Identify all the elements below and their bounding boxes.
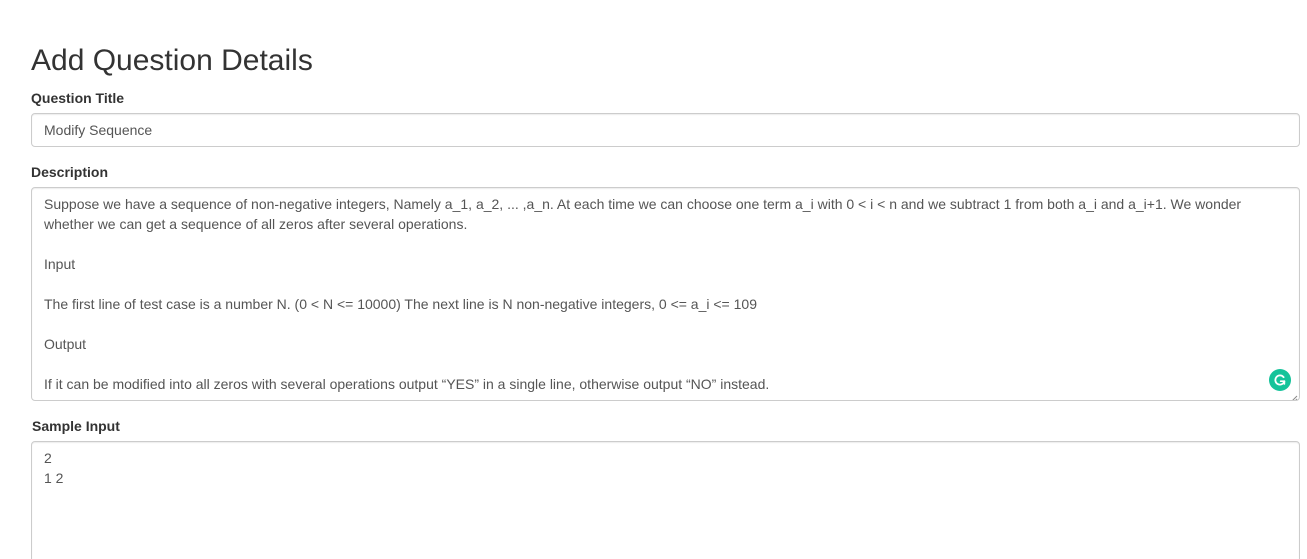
sample-input-text: 2 1 2 [44,450,64,486]
description-textarea[interactable]: Suppose we have a sequence of non-negati… [31,187,1300,401]
add-question-form-page: Add Question Details Question Title Desc… [0,0,1307,559]
description-label: Description [31,164,109,180]
resize-handle-icon[interactable] [1289,390,1298,400]
question-title-label: Question Title [31,90,125,106]
grammarly-icon[interactable] [1269,369,1291,391]
sample-input-label: Sample Input [32,418,120,434]
description-text: Suppose we have a sequence of non-negati… [44,196,1242,392]
sample-input-textarea[interactable]: 2 1 2 [31,441,1300,559]
page-title: Add Question Details [31,44,313,77]
question-title-input[interactable] [31,113,1300,147]
